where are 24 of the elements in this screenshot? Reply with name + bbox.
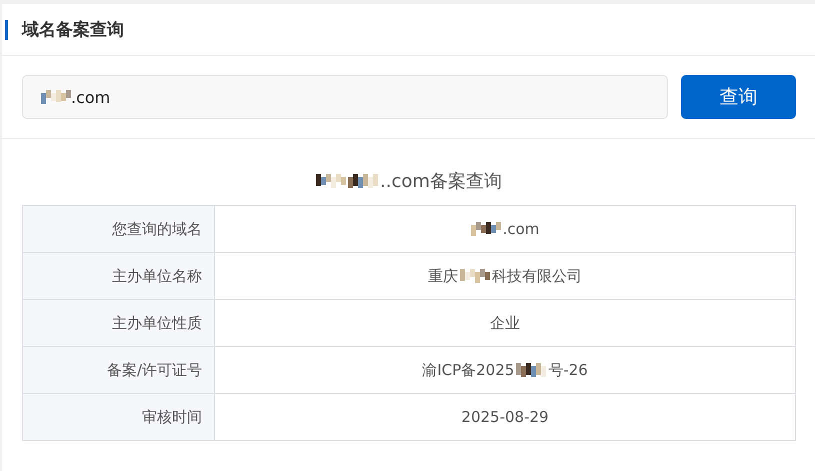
redaction-mosaic-drawing xyxy=(460,269,490,283)
redaction-mosaic-drawing xyxy=(516,363,546,377)
value-text: .com xyxy=(502,220,540,238)
value-text: 2025-08-29 xyxy=(461,408,549,426)
value-text: ..com备案查询 xyxy=(380,170,502,193)
value-text: 重庆 xyxy=(428,266,458,286)
value-text: .com xyxy=(71,88,110,106)
redaction-mosaic-drawing xyxy=(470,222,501,236)
field-label: 审核时间 xyxy=(22,394,214,440)
panel-title: 域名备案查询 xyxy=(22,19,124,41)
redaction-mosaic-drawing xyxy=(348,174,378,188)
domain-input-field[interactable]: .com xyxy=(22,75,668,119)
query-button[interactable]: 查询 xyxy=(681,75,796,119)
field-label: 主办单位性质 xyxy=(22,300,214,346)
title-accent-bar xyxy=(5,20,8,40)
redaction-mosaic-drawing xyxy=(316,174,346,188)
value-text: 渝ICP备2025 xyxy=(422,360,514,380)
value-text: 科技有限公司 xyxy=(492,266,582,286)
field-label: 您查询的域名 xyxy=(22,206,214,252)
value-text: 号-26 xyxy=(548,360,588,380)
field-label: 备案/许可证号 xyxy=(22,346,214,394)
redaction-mosaic-drawing xyxy=(41,90,71,104)
field-label: 主办单位名称 xyxy=(22,252,214,300)
value-text: 企业 xyxy=(490,314,520,332)
